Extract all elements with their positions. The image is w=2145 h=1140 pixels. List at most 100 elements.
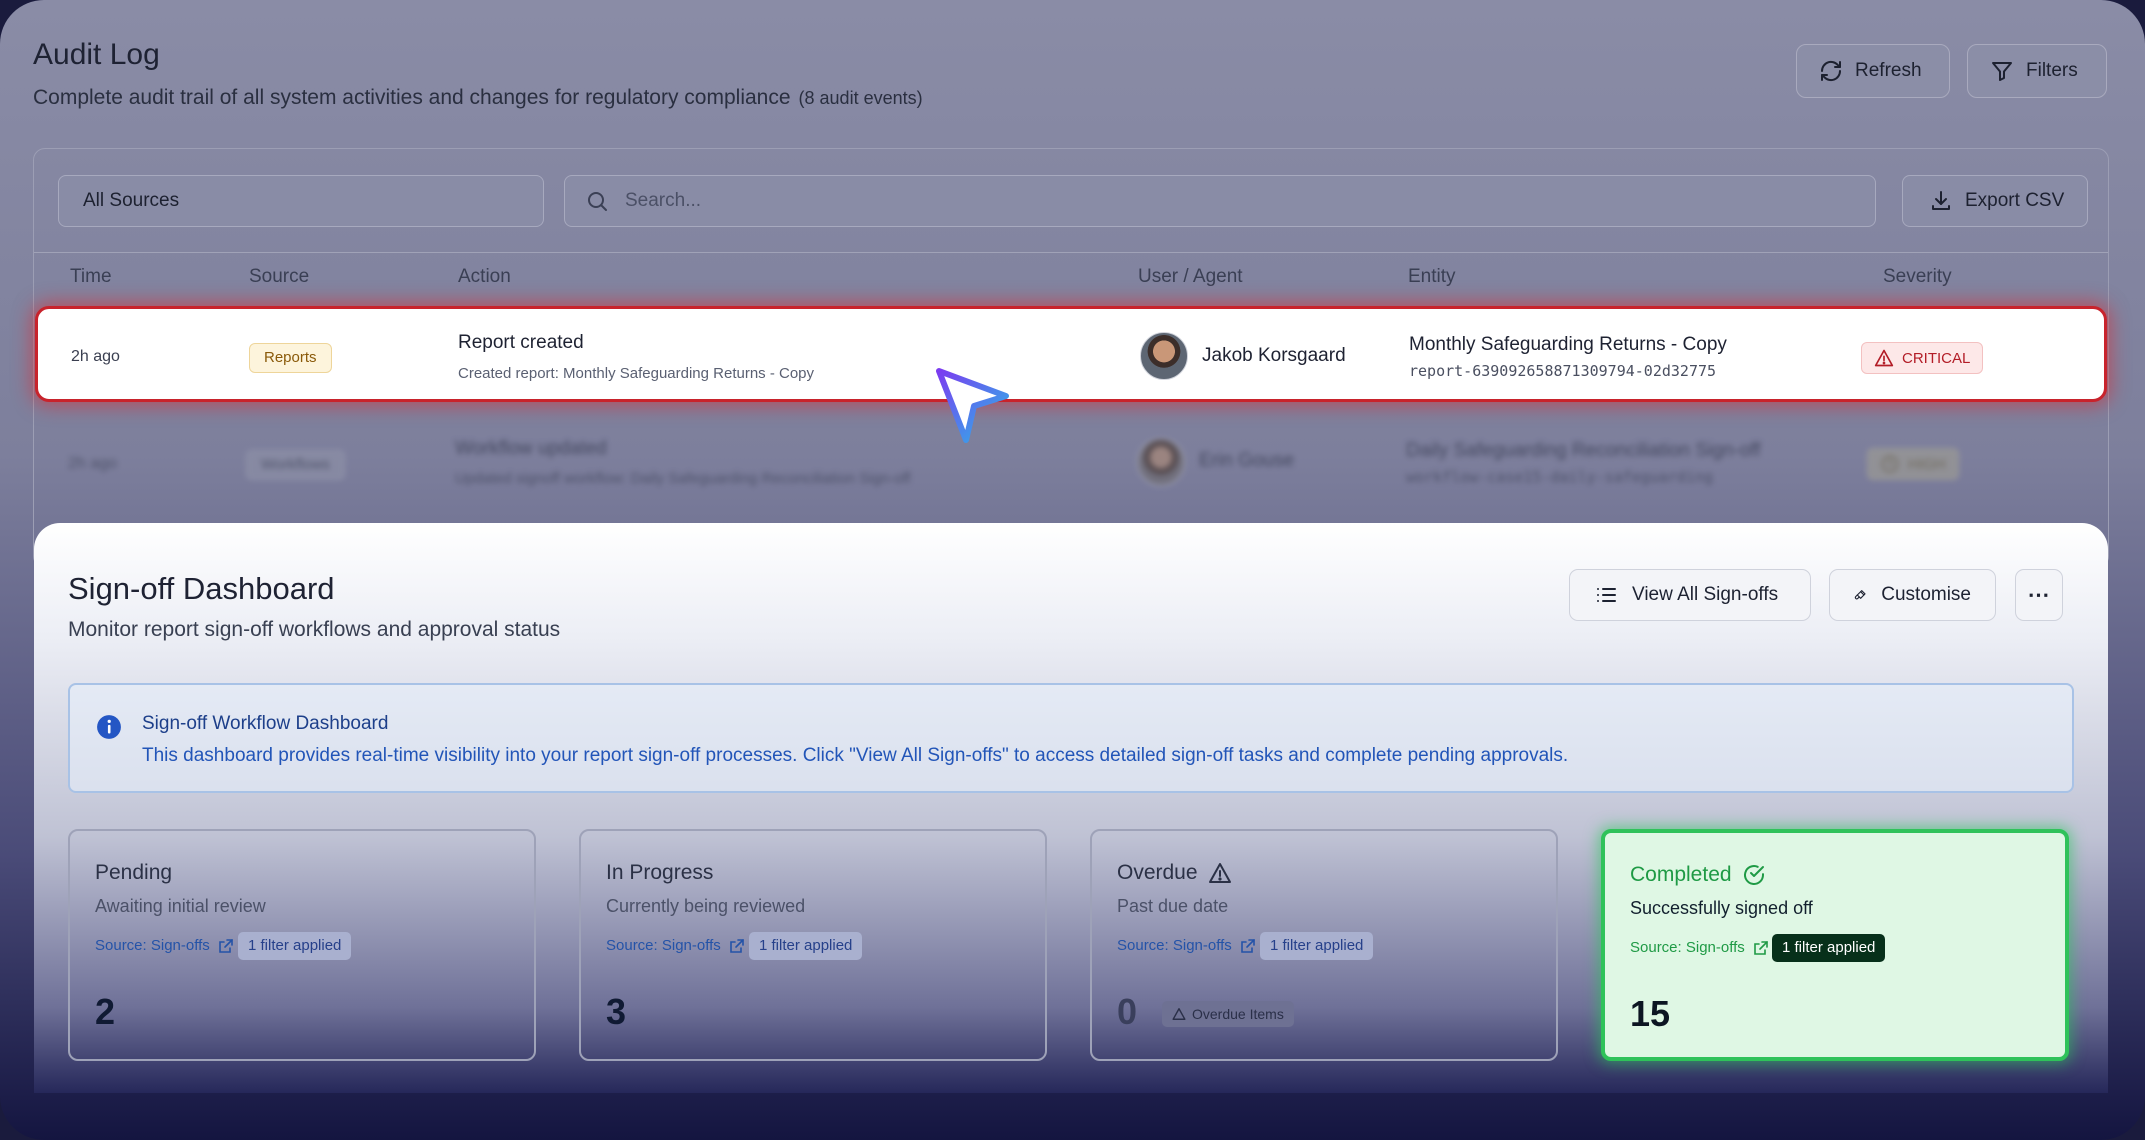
source-link[interactable]: Source: Sign-offs — [606, 937, 745, 954]
entity-id: workflow-case15-daily-safeguarding — [1406, 468, 1714, 486]
col-header-source[interactable]: Source — [249, 266, 309, 288]
filters-label: Filters — [2026, 60, 2078, 81]
col-header-severity[interactable]: Severity — [1883, 266, 1952, 288]
severity-badge: CRITICAL — [1861, 342, 1984, 374]
audit-log-panel: Audit Log Complete audit trail of all sy… — [0, 0, 2145, 568]
info-icon — [97, 715, 121, 739]
filters-button[interactable]: Filters — [1967, 44, 2107, 98]
refresh-button[interactable]: Refresh — [1796, 44, 1950, 98]
card-title: Pending — [95, 861, 172, 885]
col-header-time[interactable]: Time — [70, 266, 112, 288]
pending-card[interactable]: Pending Awaiting initial review Source: … — [68, 829, 536, 1061]
action-description: Updated signoff workflow: Daily Safeguar… — [455, 470, 911, 487]
page-title: Audit Log — [33, 38, 160, 71]
completed-card[interactable]: Completed Successfully signed off Source… — [1601, 829, 2069, 1061]
view-all-label: View All Sign-offs — [1632, 584, 1779, 605]
export-csv-button[interactable]: Export CSV — [1902, 175, 2088, 227]
dashboard-subtitle: Monitor report sign-off workflows and ap… — [68, 618, 561, 641]
entity-name: Monthly Safeguarding Returns - Copy — [1409, 334, 1727, 355]
warning-icon — [1208, 863, 1231, 883]
card-title-text: Pending — [95, 861, 173, 884]
search-input[interactable]: Search... — [564, 175, 1876, 227]
check-circle-icon — [1743, 865, 1764, 885]
avatar — [1137, 438, 1185, 486]
severity-label: HIGH — [1908, 455, 1946, 473]
entity-name: Daily Safeguarding Reconciliation Sign-o… — [1406, 440, 1761, 461]
card-value: 15 — [1630, 993, 1671, 1034]
severity-badge: HIGH — [1867, 448, 1959, 480]
action-title: Workflow updated — [455, 438, 607, 459]
card-subtitle: Currently being reviewed — [606, 896, 806, 916]
filter-badge: 1 filter applied — [1772, 934, 1886, 962]
action-description: Created report: Monthly Safeguarding Ret… — [458, 365, 815, 382]
overdue-card[interactable]: Overdue Past due date Source: Sign-offs … — [1090, 829, 1558, 1061]
search-placeholder: Search... — [625, 190, 702, 211]
source-link-label: Source: Sign-offs — [1117, 937, 1232, 954]
filter-badge: 1 filter applied — [1260, 932, 1374, 960]
subtitle-text: Complete audit trail of all system activ… — [33, 86, 791, 109]
clock-icon — [1881, 455, 1899, 473]
severity-label: CRITICAL — [1902, 349, 1971, 367]
info-text: This dashboard provides real-time visibi… — [142, 745, 1569, 766]
card-title: Overdue — [1117, 861, 1232, 885]
col-header-entity[interactable]: Entity — [1408, 266, 1456, 288]
row-time: 2h ago — [71, 348, 120, 365]
source-link-label: Source: Sign-offs — [606, 937, 721, 954]
card-title-text: In Progress — [606, 861, 714, 884]
card-subtitle: Successfully signed off — [1630, 898, 1813, 918]
list-icon — [1597, 588, 1616, 602]
search-icon — [588, 192, 607, 211]
filter-badge: 1 filter applied — [749, 932, 863, 960]
warning-icon — [1172, 1008, 1186, 1020]
user-name: Jakob Korsgaard — [1202, 345, 1346, 366]
customise-button[interactable]: Customise — [1829, 569, 1996, 621]
filter-badge: 1 filter applied — [238, 932, 352, 960]
source-badge: Reports — [249, 343, 332, 373]
overdue-items-badge: Overdue Items — [1162, 1001, 1294, 1027]
card-value: 3 — [606, 991, 627, 1032]
card-title: Completed — [1630, 863, 1766, 887]
customise-label: Customise — [1881, 584, 1971, 605]
table-row-selected[interactable]: 2h ago Reports Report created Created re… — [35, 306, 2107, 402]
refresh-label: Refresh — [1855, 60, 1922, 81]
external-link-icon — [729, 938, 744, 953]
cursor-pointer-icon — [936, 368, 1009, 443]
card-subtitle: Awaiting initial review — [95, 896, 266, 916]
dashboard-title: Sign-off Dashboard — [68, 571, 335, 606]
card-title-text: Completed — [1630, 863, 1732, 886]
entity-id: report-639092658871309794-02d32775 — [1409, 362, 1717, 380]
download-icon — [1932, 191, 1950, 210]
event-count: (8 audit events) — [798, 88, 923, 108]
card-value: 2 — [95, 991, 116, 1032]
source-badge: Workflows — [246, 450, 345, 480]
card-title: In Progress — [606, 861, 713, 885]
external-link-icon — [1240, 938, 1255, 953]
avatar — [1140, 332, 1188, 380]
external-link-icon — [218, 938, 233, 953]
source-link[interactable]: Source: Sign-offs — [1630, 939, 1769, 956]
table-divider — [34, 252, 2108, 253]
signoff-dashboard-panel: Sign-off Dashboard Monitor report sign-o… — [34, 523, 2108, 1093]
col-header-user[interactable]: User / Agent — [1138, 266, 1243, 288]
more-icon: ⋯ — [2027, 582, 2051, 607]
in-progress-card[interactable]: In Progress Currently being reviewed Sou… — [579, 829, 1047, 1061]
col-header-action[interactable]: Action — [458, 266, 511, 288]
export-label: Export CSV — [1965, 190, 2065, 211]
more-options-button[interactable]: ⋯ — [2015, 569, 2063, 621]
card-value: 0 — [1117, 991, 1138, 1032]
view-all-signoffs-button[interactable]: View All Sign-offs — [1569, 569, 1811, 621]
info-title: Sign-off Workflow Dashboard — [142, 713, 389, 734]
paintbrush-icon — [1854, 590, 1866, 600]
card-subtitle: Past due date — [1117, 896, 1229, 916]
source-select[interactable]: All Sources — [58, 175, 544, 227]
source-link[interactable]: Source: Sign-offs — [95, 937, 234, 954]
source-link[interactable]: Source: Sign-offs — [1117, 937, 1256, 954]
overdue-items-label: Overdue Items — [1192, 1006, 1284, 1022]
info-banner: Sign-off Workflow Dashboard This dashboa… — [68, 683, 2074, 793]
action-title: Report created — [458, 332, 584, 353]
card-title-text: Overdue — [1117, 861, 1198, 884]
source-select-value: All Sources — [83, 190, 180, 211]
app-frame: Audit Log Complete audit trail of all sy… — [0, 0, 2145, 1140]
refresh-icon — [1820, 60, 1842, 82]
table-row[interactable]: 2h ago Workflows Workflow updated Update… — [35, 420, 2107, 510]
